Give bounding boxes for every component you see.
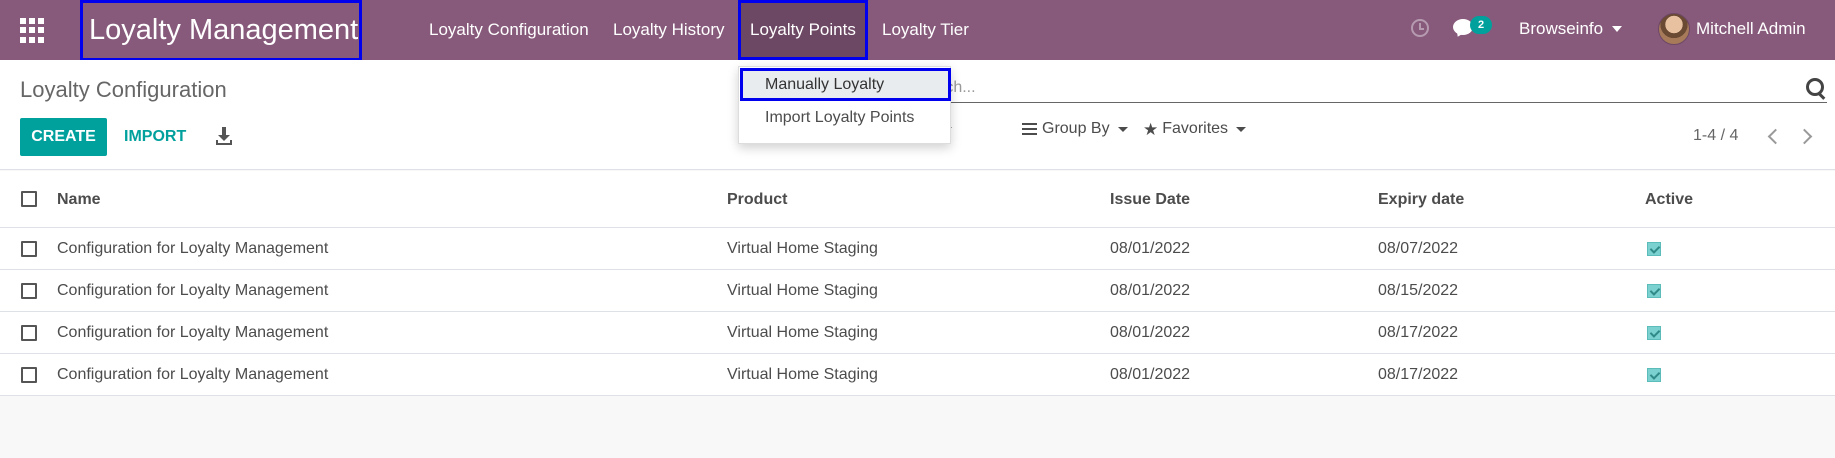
- menu-loyalty-history[interactable]: Loyalty History: [613, 0, 724, 60]
- column-header-name[interactable]: Name: [57, 171, 101, 228]
- download-icon[interactable]: [215, 127, 233, 145]
- table-row[interactable]: Configuration for Loyalty Management Vir…: [0, 228, 1835, 270]
- cell-expiry-date: 08/17/2022: [1378, 366, 1459, 383]
- chevron-left-icon[interactable]: [1765, 128, 1785, 146]
- apps-menu-icon[interactable]: [20, 18, 45, 43]
- table-header: Name Product Issue Date Expiry date Acti…: [0, 171, 1835, 228]
- groupby-dropdown[interactable]: Group By: [1022, 117, 1128, 141]
- row-checkbox[interactable]: [21, 325, 37, 341]
- caret-down-icon: [1612, 26, 1623, 32]
- caret-down-icon: [1117, 126, 1128, 132]
- company-switcher[interactable]: Browseinfo: [1519, 0, 1623, 58]
- loyalty-points-dropdown: Manually Loyalty Import Loyalty Points: [738, 66, 951, 144]
- active-checkbox: [1647, 326, 1661, 340]
- menu-loyalty-points[interactable]: Loyalty Points: [738, 0, 868, 60]
- table-row[interactable]: Configuration for Loyalty Management Vir…: [0, 312, 1835, 354]
- active-checkbox: [1647, 284, 1661, 298]
- cell-expiry-date: 08/15/2022: [1378, 282, 1459, 299]
- menu-loyalty-tier[interactable]: Loyalty Tier: [882, 0, 969, 60]
- cell-issue-date: 08/01/2022: [1110, 366, 1191, 383]
- active-checkbox: [1647, 368, 1661, 382]
- chat-count-badge: 2: [1470, 16, 1492, 34]
- row-checkbox[interactable]: [21, 283, 37, 299]
- cell-issue-date: 08/01/2022: [1110, 324, 1191, 341]
- search-input[interactable]: rch...: [800, 73, 1827, 103]
- table-row[interactable]: Configuration for Loyalty Management Vir…: [0, 270, 1835, 312]
- chevron-right-icon[interactable]: [1797, 128, 1817, 146]
- cell-product: Virtual Home Staging: [727, 366, 878, 383]
- user-menu[interactable]: Mitchell Admin: [1658, 0, 1806, 58]
- column-header-active[interactable]: Active: [1645, 171, 1693, 228]
- cell-issue-date: 08/01/2022: [1110, 282, 1191, 299]
- company-name: Browseinfo: [1519, 19, 1604, 38]
- column-header-product[interactable]: Product: [727, 171, 787, 228]
- menu-item-import-loyalty-points[interactable]: Import Loyalty Points: [739, 101, 950, 134]
- favorites-label: Favorites: [1162, 120, 1229, 137]
- row-checkbox[interactable]: [21, 367, 37, 383]
- import-button[interactable]: IMPORT: [124, 118, 186, 156]
- cell-product: Virtual Home Staging: [727, 240, 878, 257]
- column-header-expiry-date[interactable]: Expiry date: [1378, 171, 1464, 228]
- top-navbar: Loyalty Management Loyalty Configuration…: [0, 0, 1835, 61]
- star-icon: ★: [1143, 119, 1159, 139]
- list-view: Name Product Issue Date Expiry date Acti…: [0, 171, 1835, 396]
- caret-down-icon: [1236, 126, 1247, 132]
- cell-expiry-date: 08/07/2022: [1378, 240, 1459, 257]
- bars-icon: [1022, 123, 1037, 135]
- avatar: [1658, 13, 1690, 45]
- pager-value[interactable]: 1-4 / 4: [1693, 127, 1738, 145]
- cell-product: Virtual Home Staging: [727, 282, 878, 299]
- search-icon[interactable]: [1806, 78, 1824, 96]
- cell-issue-date: 08/01/2022: [1110, 240, 1191, 257]
- app-brand[interactable]: Loyalty Management: [80, 0, 362, 61]
- active-checkbox: [1647, 242, 1661, 256]
- page-title: Loyalty Configuration: [20, 77, 227, 102]
- column-header-issue-date[interactable]: Issue Date: [1110, 171, 1190, 228]
- cell-name: Configuration for Loyalty Management: [57, 366, 329, 383]
- menu-item-manually-loyalty[interactable]: Manually Loyalty: [740, 68, 951, 101]
- activity-clock-icon[interactable]: [1411, 19, 1429, 37]
- cell-product: Virtual Home Staging: [727, 324, 878, 341]
- cell-expiry-date: 08/17/2022: [1378, 324, 1459, 341]
- favorites-dropdown[interactable]: ★ Favorites: [1143, 117, 1247, 141]
- cell-name: Configuration for Loyalty Management: [57, 240, 329, 257]
- row-checkbox[interactable]: [21, 241, 37, 257]
- user-name: Mitchell Admin: [1696, 19, 1806, 38]
- cell-name: Configuration for Loyalty Management: [57, 282, 329, 299]
- table-row[interactable]: Configuration for Loyalty Management Vir…: [0, 354, 1835, 396]
- groupby-label: Group By: [1042, 120, 1110, 137]
- select-all-checkbox[interactable]: [21, 191, 37, 207]
- cell-name: Configuration for Loyalty Management: [57, 324, 329, 341]
- create-button[interactable]: CREATE: [20, 118, 107, 156]
- menu-loyalty-configuration[interactable]: Loyalty Configuration: [429, 0, 589, 60]
